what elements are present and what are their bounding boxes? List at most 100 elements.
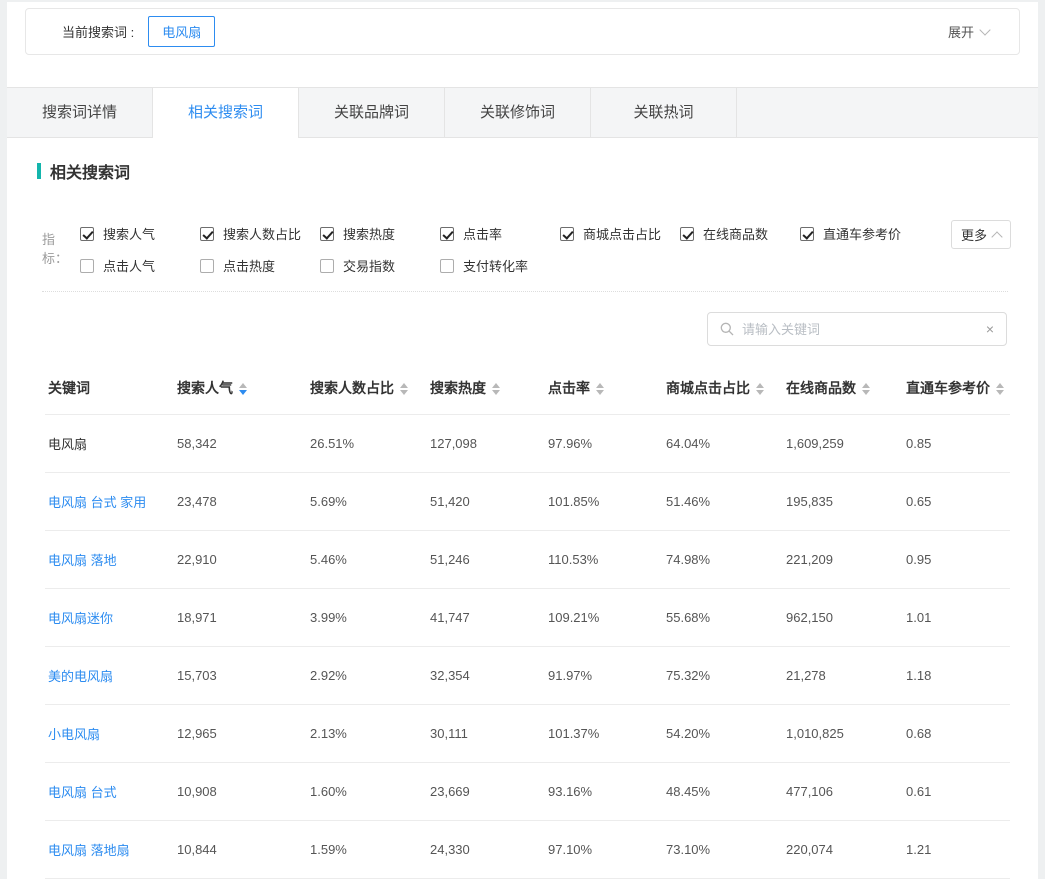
- metric-checkbox-item[interactable]: 点击率: [440, 224, 560, 243]
- keyword-link[interactable]: 美的电风扇: [45, 647, 174, 705]
- column-header[interactable]: 商城点击占比: [663, 368, 783, 415]
- metrics-row2: 点击人气 点击热度交易指数支付转化率: [80, 256, 1011, 275]
- column-header[interactable]: 在线商品数: [783, 368, 903, 415]
- metric-checkbox-item[interactable]: 商城点击占比: [560, 224, 680, 243]
- value-cell: 0.61: [903, 763, 1010, 821]
- keyword-link[interactable]: 电风扇 落地: [45, 531, 174, 589]
- column-header[interactable]: 点击率: [545, 368, 663, 415]
- value-cell: 97.96%: [545, 415, 663, 473]
- metric-checkbox-item[interactable]: 点击热度: [200, 256, 320, 275]
- value-cell: 21,278: [783, 647, 903, 705]
- value-cell: 18,971: [174, 589, 307, 647]
- tab-related-brand-terms[interactable]: 关联品牌词: [299, 88, 445, 137]
- keyword-link[interactable]: 电风扇 落地扇: [45, 821, 174, 879]
- sort-icon[interactable]: [239, 383, 247, 395]
- tab-related-hot-terms[interactable]: 关联热词: [591, 88, 737, 137]
- more-button[interactable]: 更多: [951, 220, 1011, 249]
- table-row: 小电风扇12,9652.13%30,111101.37%54.20%1,010,…: [45, 705, 1010, 763]
- value-cell: 221,209: [783, 531, 903, 589]
- value-cell: 1.59%: [307, 821, 427, 879]
- value-cell: 54.20%: [663, 705, 783, 763]
- clear-icon[interactable]: ×: [980, 321, 994, 337]
- checkbox-checked-icon[interactable]: [560, 227, 574, 241]
- value-cell: 2.92%: [307, 647, 427, 705]
- metric-checkbox-item[interactable]: 搜索热度: [320, 224, 440, 243]
- keyword-link[interactable]: 小电风扇: [45, 705, 174, 763]
- value-cell: 75.32%: [663, 647, 783, 705]
- column-header-label: 搜索人数占比: [310, 380, 394, 396]
- value-cell: 15,703: [174, 647, 307, 705]
- metrics-row1: 搜索人气 搜索人数占比搜索热度 点击率 商城点击占比 在线商品数 直通车参考价: [80, 224, 1011, 243]
- search-icon: [720, 322, 734, 336]
- page: 当前搜索词 : 电风扇 展开 搜索词详情相关搜索词关联品牌词关联修饰词关联热词 …: [7, 2, 1038, 879]
- sort-icon[interactable]: [400, 383, 408, 395]
- sort-icon[interactable]: [756, 383, 764, 395]
- column-header[interactable]: 搜索人气: [174, 368, 307, 415]
- tab-related-modifier-terms[interactable]: 关联修饰词: [445, 88, 591, 137]
- value-cell: 0.65: [903, 473, 1010, 531]
- checkbox-checked-icon[interactable]: [440, 227, 454, 241]
- value-cell: 48.45%: [663, 763, 783, 821]
- metric-label: 点击人气: [103, 256, 155, 275]
- checkbox-checked-icon[interactable]: [680, 227, 694, 241]
- checkbox-unchecked-icon[interactable]: [200, 259, 214, 273]
- column-header: 关键词: [45, 368, 174, 415]
- value-cell: 1.21: [903, 821, 1010, 879]
- checkbox-checked-icon[interactable]: [80, 227, 94, 241]
- metric-checkbox-item[interactable]: 点击人气: [80, 256, 200, 275]
- table-row: 电风扇58,34226.51%127,09897.96%64.04%1,609,…: [45, 415, 1010, 473]
- metrics-checkbox-grid: 搜索人气搜索人数占比搜索热度点击率商城点击占比在线商品数直通车参考价点击人气点击…: [80, 224, 1011, 288]
- keyword-search-box: ×: [707, 312, 1007, 346]
- table-row: 电风扇 台式10,9081.60%23,66993.16%48.45%477,1…: [45, 763, 1010, 821]
- divider: [42, 291, 1008, 292]
- value-cell: 32,354: [427, 647, 545, 705]
- checkbox-unchecked-icon[interactable]: [440, 259, 454, 273]
- checkbox-checked-icon[interactable]: [320, 227, 334, 241]
- value-cell: 55.68%: [663, 589, 783, 647]
- expand-toggle[interactable]: 展开: [948, 22, 989, 41]
- value-cell: 127,098: [427, 415, 545, 473]
- metric-label: 直通车参考价: [823, 224, 901, 243]
- column-header-label: 搜索人气: [177, 380, 233, 396]
- metric-checkbox-item[interactable]: 在线商品数: [680, 224, 800, 243]
- checkbox-unchecked-icon[interactable]: [80, 259, 94, 273]
- sort-icon[interactable]: [596, 383, 604, 395]
- keyword-link[interactable]: 电风扇 台式 家用: [45, 473, 174, 531]
- checkbox-unchecked-icon[interactable]: [320, 259, 334, 273]
- table-row: 电风扇迷你18,9713.99%41,747109.21%55.68%962,1…: [45, 589, 1010, 647]
- value-cell: 12,965: [174, 705, 307, 763]
- value-cell: 74.98%: [663, 531, 783, 589]
- checkbox-checked-icon[interactable]: [800, 227, 814, 241]
- sort-icon[interactable]: [996, 383, 1004, 395]
- table-row: 美的电风扇15,7032.92%32,35491.97%75.32%21,278…: [45, 647, 1010, 705]
- value-cell: 0.68: [903, 705, 1010, 763]
- keyword-link[interactable]: 电风扇 台式: [45, 763, 174, 821]
- metric-checkbox-item[interactable]: 搜索人气: [80, 224, 200, 243]
- column-header[interactable]: 搜索热度: [427, 368, 545, 415]
- column-header[interactable]: 直通车参考价: [903, 368, 1010, 415]
- tab-search-term-detail[interactable]: 搜索词详情: [7, 88, 153, 137]
- value-cell: 41,747: [427, 589, 545, 647]
- metric-checkbox-item[interactable]: 直通车参考价: [800, 224, 920, 243]
- metric-checkbox-item[interactable]: 交易指数: [320, 256, 440, 275]
- keyword-link[interactable]: 电风扇迷你: [45, 589, 174, 647]
- current-search-term-tag[interactable]: 电风扇: [148, 16, 215, 47]
- column-header[interactable]: 搜索人数占比: [307, 368, 427, 415]
- metric-label: 在线商品数: [703, 224, 768, 243]
- value-cell: 51,420: [427, 473, 545, 531]
- metric-label: 搜索人气: [103, 224, 155, 243]
- metric-checkbox-item[interactable]: 搜索人数占比: [200, 224, 320, 243]
- tab-related-search-terms[interactable]: 相关搜索词: [153, 88, 299, 137]
- value-cell: 101.37%: [545, 705, 663, 763]
- keyword-search-input[interactable]: [742, 322, 980, 337]
- metric-label: 点击率: [463, 224, 502, 243]
- metric-checkbox-item[interactable]: 支付转化率: [440, 256, 560, 275]
- value-cell: 10,844: [174, 821, 307, 879]
- chevron-down-icon: [979, 24, 990, 35]
- section-title: 相关搜索词: [50, 159, 130, 183]
- sort-icon[interactable]: [862, 383, 870, 395]
- current-search-term-label: 当前搜索词 :: [62, 22, 134, 41]
- checkbox-checked-icon[interactable]: [200, 227, 214, 241]
- value-cell: 1.01: [903, 589, 1010, 647]
- sort-icon[interactable]: [492, 383, 500, 395]
